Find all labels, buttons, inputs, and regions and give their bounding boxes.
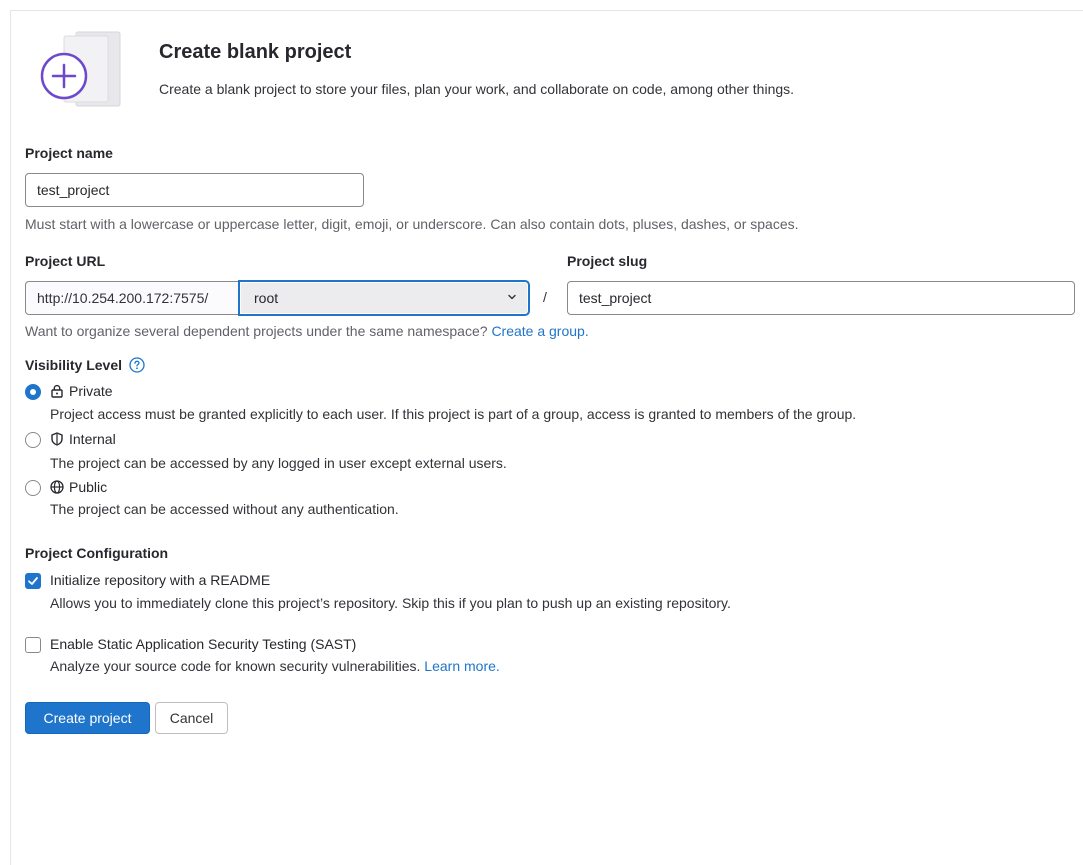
readme-checkbox[interactable]: [25, 573, 41, 589]
project-slug-label: Project slug: [567, 253, 648, 269]
visibility-internal-description: The project can be accessed by any logge…: [50, 455, 507, 471]
cancel-button[interactable]: Cancel: [155, 702, 228, 734]
visibility-label-text: Visibility Level: [25, 357, 123, 373]
globe-icon: [50, 480, 64, 494]
namespace-help-text: Want to organize several dependent proje…: [25, 323, 488, 339]
visibility-private-description: Project access must be granted explicitl…: [50, 406, 857, 422]
visibility-public-option[interactable]: Public: [50, 479, 107, 495]
shield-icon: [51, 432, 63, 446]
page-title: Create blank project: [159, 41, 352, 63]
visibility-internal-option[interactable]: Internal: [50, 431, 116, 447]
lock-icon: [51, 384, 63, 398]
sast-description-text: Analyze your source code for known secur…: [50, 658, 421, 674]
blank-project-illustration: [38, 30, 128, 110]
check-icon: [28, 577, 38, 585]
sast-description: Analyze your source code for known secur…: [50, 658, 500, 674]
create-group-link[interactable]: Create a group.: [491, 323, 588, 339]
sast-label[interactable]: Enable Static Application Security Testi…: [50, 636, 356, 652]
left-divider: [10, 10, 11, 865]
visibility-internal-label: Internal: [69, 431, 116, 447]
visibility-public-description: The project can be accessed without any …: [50, 501, 399, 517]
project-url-prefix: http://10.254.200.172:7575/: [25, 281, 239, 315]
visibility-internal-radio[interactable]: [25, 432, 41, 448]
project-name-label: Project name: [25, 145, 113, 161]
visibility-label: Visibility Level: [25, 357, 145, 373]
project-slug-input[interactable]: test_project: [567, 281, 1075, 315]
readme-description: Allows you to immediately clone this pro…: [50, 595, 731, 611]
project-name-help: Must start with a lowercase or uppercase…: [25, 216, 799, 232]
visibility-public-label: Public: [69, 479, 108, 495]
sast-checkbox[interactable]: [25, 637, 41, 653]
namespace-select-value: root: [254, 290, 279, 306]
create-project-button[interactable]: Create project: [25, 702, 150, 734]
namespace-select[interactable]: root: [239, 281, 529, 315]
visibility-public-radio[interactable]: [25, 480, 41, 496]
visibility-private-radio[interactable]: [25, 384, 41, 400]
readme-label[interactable]: Initialize repository with a README: [50, 572, 270, 588]
learn-more-link[interactable]: Learn more.: [424, 658, 499, 674]
question-help-icon[interactable]: [129, 357, 145, 373]
visibility-private-label: Private: [69, 383, 113, 399]
url-slug-separator: /: [543, 289, 547, 305]
project-configuration-label: Project Configuration: [25, 545, 169, 561]
project-name-input[interactable]: test_project: [25, 173, 364, 207]
namespace-help: Want to organize several dependent proje…: [25, 323, 589, 339]
chevron-down-icon: [508, 294, 516, 300]
visibility-private-option[interactable]: Private: [50, 383, 113, 399]
project-url-label: Project URL: [25, 253, 106, 269]
top-divider: [10, 10, 1083, 11]
page-description: Create a blank project to store your fil…: [159, 81, 795, 97]
